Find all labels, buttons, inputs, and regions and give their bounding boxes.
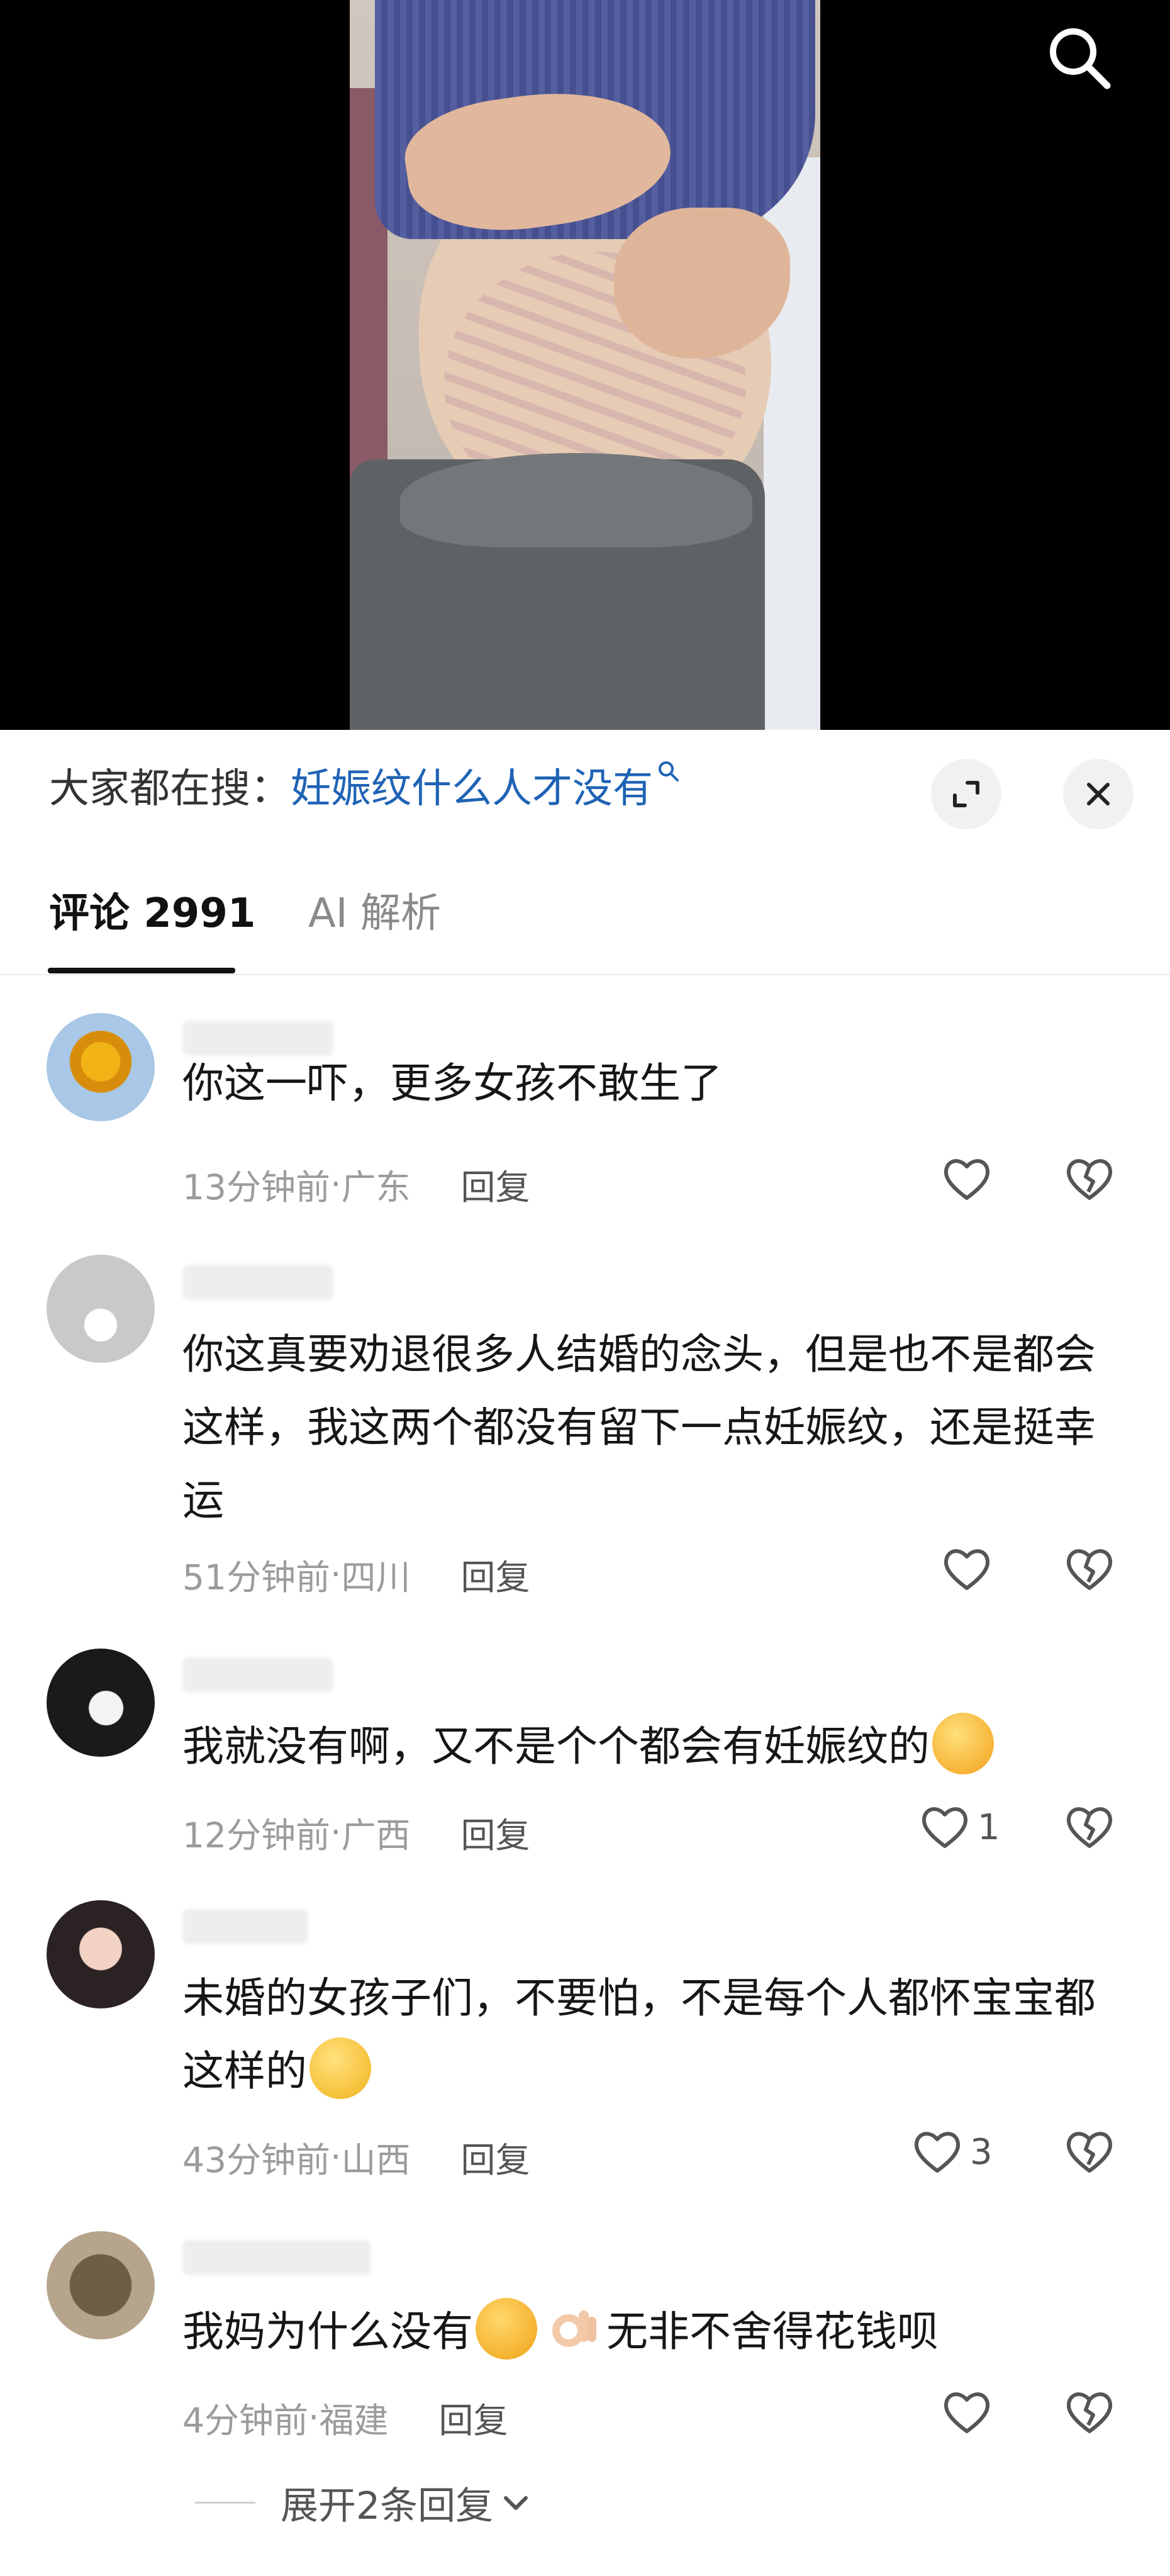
- reply-button[interactable]: 回复: [439, 2392, 508, 2443]
- username-blurred[interactable]: [182, 2240, 371, 2275]
- emoji-laugh-cry-icon: [476, 2298, 537, 2360]
- search-icon[interactable]: [1044, 23, 1113, 92]
- avatar[interactable]: [47, 1255, 155, 1363]
- comment-text: 我妈为什么没有 无非不舍得花钱呗: [182, 2295, 1126, 2368]
- like-button[interactable]: 3: [911, 2125, 993, 2178]
- comment-text: 你这真要劝退很多人结婚的念头，但是也不是都会这样，我这两个都没有留下一点妊娠纹，…: [182, 1330, 1096, 1525]
- broken-heart-icon: [1066, 1159, 1113, 1200]
- tab-comments[interactable]: 评论 2991: [49, 881, 255, 939]
- expand-button[interactable]: [931, 759, 1001, 829]
- broken-heart-icon: [1066, 1549, 1113, 1590]
- expand-replies-button[interactable]: 展开2条回复: [195, 2475, 533, 2530]
- comment-text-part-a: 我妈为什么没有: [182, 2307, 473, 2356]
- broken-heart-icon: [1066, 2392, 1113, 2433]
- comment-text: 你这一吓，更多女孩不敢生了: [182, 1059, 722, 1107]
- comment-location: 广东: [341, 1167, 411, 1207]
- tab-ai-analysis[interactable]: AI 解析: [308, 881, 441, 939]
- comment-meta: 12分钟前 · 广西 回复: [182, 1807, 530, 1857]
- dislike-button[interactable]: [1063, 2125, 1116, 2178]
- username-blurred[interactable]: [182, 1265, 333, 1300]
- username-blurred[interactable]: [182, 1909, 308, 1944]
- comment-text-part: 我就没有啊，又不是个个都会有妊娠纹的: [182, 1722, 930, 1771]
- like-button[interactable]: [940, 2386, 993, 2439]
- reply-button[interactable]: 回复: [461, 1807, 530, 1857]
- dislike-button[interactable]: [1063, 1543, 1116, 1596]
- close-button[interactable]: [1063, 759, 1134, 829]
- comment-time: 12分钟前: [182, 1815, 330, 1856]
- comment-text: 未婚的女孩子们，不要怕，不是每个人都怀宝宝都这样的: [182, 1962, 1126, 2108]
- suggestion-prefix: 大家都在搜：: [49, 766, 291, 812]
- comment-time: 13分钟前: [182, 1167, 330, 1207]
- tab-bar: 评论 2991 AI 解析: [0, 856, 1170, 975]
- broken-heart-icon: [1066, 2132, 1113, 2173]
- comment-meta: 51分钟前 · 四川 回复: [182, 1549, 530, 1599]
- divider-line: [195, 2502, 255, 2504]
- reply-button[interactable]: 回复: [461, 2132, 530, 2182]
- reply-button[interactable]: 回复: [461, 1159, 530, 1209]
- chevron-down-icon: [504, 2495, 528, 2510]
- small-search-icon: [657, 759, 681, 789]
- avatar[interactable]: [47, 1900, 155, 2008]
- close-icon: [1087, 783, 1110, 805]
- suggestion-query-link[interactable]: 妊娠纹什么人才没有: [291, 756, 653, 814]
- heart-icon: [944, 1159, 990, 1200]
- dislike-button[interactable]: [1063, 1153, 1116, 1206]
- comment-text: 我就没有啊，又不是个个都会有妊娠纹的: [182, 1710, 1126, 1783]
- expand-icon: [953, 781, 979, 807]
- comment-location: 广西: [341, 1815, 411, 1856]
- comment-location: 福建: [319, 2400, 389, 2441]
- comment-time: 43分钟前: [182, 2140, 330, 2180]
- search-suggestion[interactable]: 大家都在搜： 妊娠纹什么人才没有: [49, 755, 681, 815]
- expand-replies-label: 展开2条回复: [281, 2484, 494, 2528]
- meta-separator: ·: [330, 1812, 342, 1852]
- avatar[interactable]: [47, 1649, 155, 1757]
- comment-location: 山西: [341, 2140, 411, 2180]
- comment-text-part-b: 无非不舍得花钱呗: [606, 2307, 939, 2356]
- avatar[interactable]: [47, 1013, 155, 1121]
- like-count: 1: [978, 1806, 1000, 1848]
- video-player[interactable]: [0, 0, 1170, 730]
- comment-meta: 43分钟前 · 山西 回复: [182, 2132, 530, 2182]
- heart-icon: [922, 1807, 968, 1848]
- comment-meta: 13分钟前 · 广东 回复: [182, 1159, 530, 1209]
- comment-meta: 4分钟前 · 福建 回复: [182, 2392, 508, 2443]
- meta-separator: ·: [330, 2137, 342, 2177]
- meta-separator: ·: [330, 1554, 342, 1594]
- meta-separator: ·: [330, 1164, 342, 1204]
- like-count: 3: [970, 2131, 993, 2173]
- heart-icon: [944, 1549, 990, 1590]
- heart-icon: [944, 2392, 990, 2433]
- like-button[interactable]: 1: [918, 1801, 1000, 1854]
- comment-location: 四川: [341, 1557, 411, 1598]
- avatar[interactable]: [47, 2231, 155, 2339]
- dislike-button[interactable]: [1063, 2386, 1116, 2439]
- meta-separator: ·: [308, 2397, 320, 2438]
- like-button[interactable]: [940, 1153, 993, 1206]
- emoji-hmph-icon: [932, 1713, 994, 1774]
- username-blurred[interactable]: [182, 1657, 333, 1693]
- comment-time: 51分钟前: [182, 1557, 330, 1598]
- video-frame: [350, 0, 820, 730]
- dislike-button[interactable]: [1063, 1801, 1116, 1854]
- heart-icon: [914, 2132, 961, 2173]
- active-tab-indicator: [48, 968, 235, 973]
- reply-button[interactable]: 回复: [461, 1549, 530, 1599]
- emoji-ok-hand-icon: [542, 2298, 604, 2360]
- broken-heart-icon: [1066, 1807, 1113, 1848]
- comment-time: 4分钟前: [182, 2400, 308, 2441]
- emoji-flushed-icon: [309, 2037, 371, 2099]
- like-button[interactable]: [940, 1543, 993, 1596]
